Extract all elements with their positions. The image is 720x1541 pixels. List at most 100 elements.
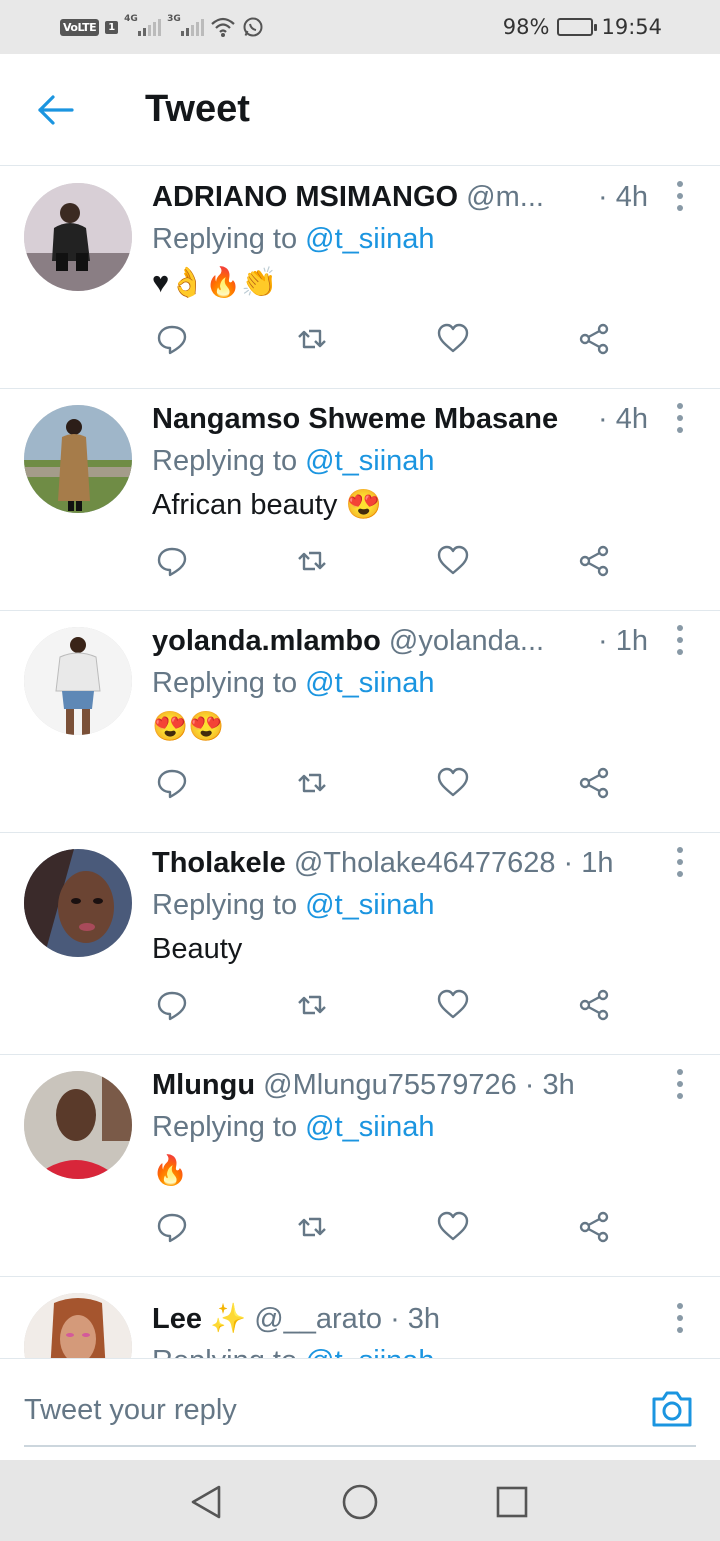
tweet-actions	[152, 1205, 622, 1249]
username[interactable]: @Tholake46477628	[294, 847, 556, 879]
share-icon	[579, 989, 609, 1021]
like-button[interactable]	[433, 761, 473, 805]
share-button[interactable]	[574, 761, 614, 805]
tweet-text: 😍😍	[152, 711, 225, 743]
back-button[interactable]	[34, 90, 78, 130]
mention-link[interactable]: @t_siinah	[305, 445, 434, 477]
page-title: Tweet	[145, 88, 250, 130]
share-button[interactable]	[574, 539, 614, 583]
reply-button[interactable]	[152, 983, 192, 1027]
volte-badge: VoLTE	[60, 18, 100, 36]
retweet-button[interactable]	[292, 317, 332, 361]
whatsapp-icon	[243, 17, 263, 37]
replying-to: Replying to @t_siinah	[152, 663, 435, 703]
tweet-header: Lee ✨ @__arato · 3h	[152, 1299, 680, 1339]
reply-composer	[0, 1358, 720, 1460]
reply-button[interactable]	[152, 317, 192, 361]
tweet-item[interactable]: ADRIANO MSIMANGO @m... · 4h Replying to …	[0, 167, 720, 389]
more-options-button[interactable]	[674, 1303, 686, 1333]
timestamp: · 1h	[592, 621, 648, 661]
replying-to: Replying to @t_siinah	[152, 1107, 435, 1147]
avatar[interactable]	[24, 849, 132, 957]
share-icon	[579, 323, 609, 355]
more-options-button[interactable]	[674, 181, 686, 211]
display-name[interactable]: Mlungu	[152, 1069, 255, 1101]
retweet-button[interactable]	[292, 761, 332, 805]
replying-to: Replying to @t_siinah	[152, 219, 435, 259]
like-button[interactable]	[433, 1205, 473, 1249]
more-options-button[interactable]	[674, 625, 686, 655]
tweet-item[interactable]: yolanda.mlambo @yolanda... · 1h Replying…	[0, 611, 720, 833]
like-button[interactable]	[433, 983, 473, 1027]
reply-button[interactable]	[152, 761, 192, 805]
tweet-actions	[152, 317, 622, 361]
network-type-label: 4G	[124, 14, 138, 24]
tweet-header: Mlungu @Mlungu75579726 · 3h	[152, 1065, 680, 1105]
retweet-button[interactable]	[292, 539, 332, 583]
status-icons-right: 98% 19:54	[503, 14, 662, 40]
display-name[interactable]: Lee ✨	[152, 1303, 246, 1335]
mention-link[interactable]: @t_siinah	[305, 223, 434, 255]
more-options-button[interactable]	[674, 1069, 686, 1099]
replying-to: Replying to @t_siinah	[152, 885, 435, 925]
mention-link[interactable]: @t_siinah	[305, 1345, 434, 1358]
status-bar: VoLTE 1 4G 3G 98% 19:54	[0, 0, 720, 54]
replying-to: Replying to @t_siinah	[152, 441, 435, 481]
reply-button[interactable]	[152, 539, 192, 583]
like-button[interactable]	[433, 539, 473, 583]
reply-input-underline	[24, 1445, 696, 1447]
share-button[interactable]	[574, 983, 614, 1027]
more-options-button[interactable]	[674, 847, 686, 877]
mention-link[interactable]: @t_siinah	[305, 667, 434, 699]
timestamp: · 1h	[563, 847, 614, 879]
nav-back-button[interactable]	[184, 1480, 228, 1524]
heart-icon	[437, 545, 469, 575]
system-nav-bar	[0, 1460, 720, 1541]
tweet-item[interactable]: Lee ✨ @__arato · 3h Replying to @t_siina…	[0, 1277, 720, 1358]
display-name[interactable]: ADRIANO MSIMANGO	[152, 181, 458, 213]
mention-link[interactable]: @t_siinah	[305, 889, 434, 921]
tweet-item[interactable]: Tholakele @Tholake46477628 · 1h Replying…	[0, 833, 720, 1055]
avatar[interactable]	[24, 1071, 132, 1179]
replies-feed[interactable]: ADRIANO MSIMANGO @m... · 4h Replying to …	[0, 167, 720, 1358]
retweet-button[interactable]	[292, 1205, 332, 1249]
username[interactable]: @m...	[466, 181, 544, 213]
replying-to: Replying to @t_siinah	[152, 1341, 435, 1358]
tweet-actions	[152, 539, 622, 583]
avatar[interactable]	[24, 405, 132, 513]
replying-to-label: Replying to	[152, 445, 306, 477]
nav-home-button[interactable]	[338, 1480, 382, 1524]
username[interactable]: @yolanda...	[389, 625, 544, 657]
more-options-button[interactable]	[674, 403, 686, 433]
avatar[interactable]	[24, 183, 132, 291]
share-button[interactable]	[574, 317, 614, 361]
mention-link[interactable]: @t_siinah	[305, 1111, 434, 1143]
retweet-button[interactable]	[292, 983, 332, 1027]
nav-recents-button[interactable]	[490, 1480, 534, 1524]
reply-input[interactable]	[24, 1385, 584, 1435]
camera-button[interactable]	[650, 1387, 694, 1431]
like-button[interactable]	[433, 317, 473, 361]
wifi-icon	[211, 17, 235, 37]
triangle-back-icon	[191, 1485, 221, 1519]
tweet-item[interactable]: Mlungu @Mlungu75579726 · 3h Replying to …	[0, 1055, 720, 1277]
share-button[interactable]	[574, 1205, 614, 1249]
battery-icon	[557, 18, 598, 36]
avatar[interactable]	[24, 627, 132, 735]
username[interactable]: @Mlungu75579726	[263, 1069, 517, 1101]
tweet-text: African beauty 😍	[152, 489, 382, 521]
share-icon	[579, 545, 609, 577]
avatar[interactable]	[24, 1293, 132, 1358]
timestamp: · 3h	[390, 1303, 441, 1335]
timestamp: · 4h	[592, 177, 648, 217]
replying-to-label: Replying to	[152, 1345, 305, 1358]
network-type-label-2: 3G	[167, 14, 181, 24]
display-name[interactable]: Nangamso Shweme Mbasane	[152, 403, 558, 435]
display-name[interactable]: Tholakele	[152, 847, 286, 879]
tweet-item[interactable]: Nangamso Shweme Mbasane · 4h Replying to…	[0, 389, 720, 611]
reply-button[interactable]	[152, 1205, 192, 1249]
username[interactable]: @__arato	[254, 1303, 382, 1335]
tweet-actions	[152, 983, 622, 1027]
tweet-text: ♥👌🔥👏	[152, 267, 278, 299]
display-name[interactable]: yolanda.mlambo	[152, 625, 381, 657]
